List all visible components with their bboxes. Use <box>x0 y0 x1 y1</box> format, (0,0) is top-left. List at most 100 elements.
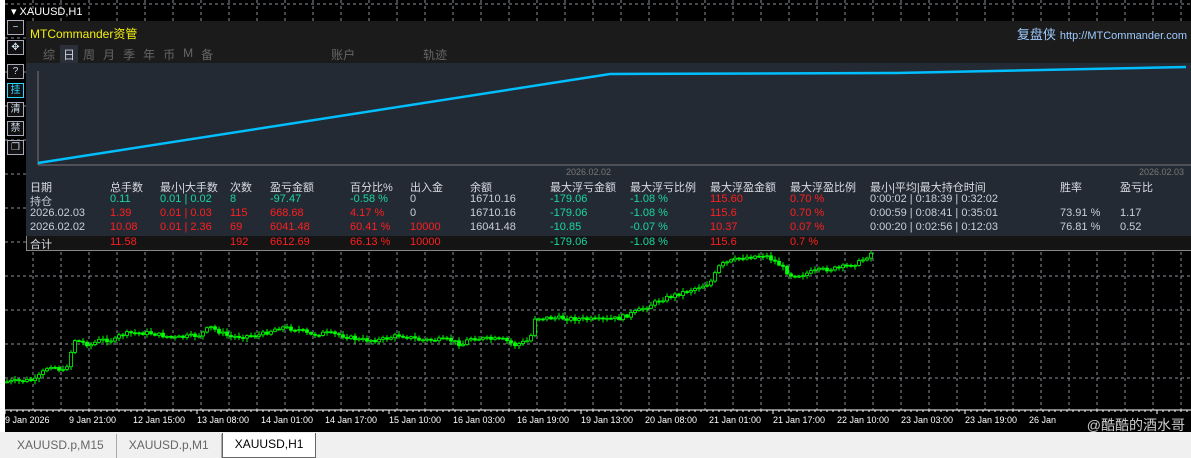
candle-body <box>333 331 337 335</box>
forbid-icon[interactable]: 禁 <box>7 121 24 136</box>
candle-body <box>241 337 245 339</box>
table-cell: -0.07 % <box>630 221 668 233</box>
candle-body <box>101 338 105 341</box>
candle-body <box>701 285 705 289</box>
candle-body <box>505 337 509 342</box>
candle-body <box>617 316 621 320</box>
candle-body <box>453 340 457 343</box>
candle-body <box>837 266 841 269</box>
candle-body <box>657 300 661 303</box>
candle-body <box>709 280 713 286</box>
tab-9[interactable]: 账户 <box>328 45 358 64</box>
candle-body <box>17 379 21 382</box>
column-header: 盈亏比 <box>1120 182 1153 194</box>
table-cell: 10000 <box>410 221 441 233</box>
tab-10[interactable]: 轨迹 <box>420 45 450 64</box>
table-cell: -1.08 % <box>630 207 668 219</box>
url-link[interactable]: http://MTCommander.com <box>1060 30 1187 42</box>
candle-body <box>517 343 521 347</box>
candle-body <box>829 269 833 272</box>
time-label: 20 Jan 08:00 <box>645 415 698 425</box>
total-cell: 0.7 % <box>790 236 819 248</box>
total-cell: 11.58 <box>110 236 137 248</box>
restore-icon[interactable]: ❐ <box>7 140 24 155</box>
time-label: 16 Jan 03:00 <box>453 415 506 425</box>
table-cell: -10.85 <box>550 221 582 233</box>
candle-body <box>73 340 77 353</box>
chart-tab[interactable]: XAUUSD.p,M15 <box>5 434 117 458</box>
tab-2[interactable]: 周 <box>80 45 98 64</box>
tab-1[interactable]: 日 <box>60 45 79 64</box>
candle-body <box>805 272 809 277</box>
candle-body <box>89 344 93 347</box>
total-cell: 10000 <box>410 236 441 248</box>
candle-body <box>313 333 317 336</box>
tab-3[interactable]: 月 <box>100 45 118 64</box>
candle-body <box>509 340 513 344</box>
time-label: 14 Jan 17:00 <box>325 415 378 425</box>
clear-icon[interactable]: 清 <box>7 102 24 117</box>
tab-6[interactable]: 币 <box>160 45 178 64</box>
candle-body <box>561 315 565 320</box>
candle-body <box>341 334 345 338</box>
panel-title: MTCommander资管 <box>30 27 138 41</box>
candle-body <box>257 334 261 337</box>
candle-body <box>469 338 473 341</box>
tab-7[interactable]: M <box>180 45 196 64</box>
candle-body <box>173 336 177 339</box>
tab-8[interactable]: 备 <box>198 45 216 64</box>
candle-body <box>373 339 377 343</box>
total-row: 合计 11.58 192 6612.69 66.13 % 10000 -179.06 -1.0… <box>26 236 1191 251</box>
candle-body <box>725 261 729 264</box>
candle-body <box>513 342 517 347</box>
candle-body <box>445 337 449 340</box>
minus-icon[interactable]: − <box>7 20 24 35</box>
candle-body <box>189 333 193 336</box>
brand-link[interactable]: 复盘侠 http://MTCommander.com <box>1017 24 1187 43</box>
time-label: 19 Jan 13:00 <box>581 415 634 425</box>
pending-icon[interactable]: 挂 <box>7 83 24 98</box>
tab-0[interactable]: 综 <box>40 45 58 64</box>
candle-body <box>705 284 709 287</box>
dropdown-icon[interactable]: ▾ <box>11 5 17 18</box>
tab-4[interactable]: 季 <box>120 45 138 64</box>
help-icon[interactable]: ? <box>7 64 24 79</box>
tab-5[interactable]: 年 <box>140 45 158 64</box>
candle-body <box>685 291 689 293</box>
candle-body <box>557 315 561 319</box>
table-cell: 115.6 <box>710 207 737 219</box>
candle-body <box>537 318 541 321</box>
candle-body <box>765 255 769 258</box>
candle-body <box>773 259 777 262</box>
chart-tab[interactable]: XAUUSD.p,M1 <box>117 434 222 458</box>
candle-body <box>217 328 221 334</box>
candle-body <box>205 327 209 333</box>
candle-body <box>321 331 325 336</box>
candle-body <box>141 332 145 335</box>
candle-body <box>29 379 33 381</box>
table-cell: 0.01 | 0.03 <box>160 207 212 219</box>
candle-body <box>69 352 73 368</box>
candle-body <box>337 333 341 336</box>
candle-body <box>137 332 141 335</box>
mtcommander-panel: MTCommander资管 复盘侠 http://MTCommander.com … <box>26 21 1191 251</box>
candle-body <box>385 337 389 340</box>
candle-body <box>277 328 281 331</box>
time-axis: 9 Jan 2026 9 Jan 21:00 12 Jan 15:00 13 Jan … <box>5 411 1191 429</box>
candle-body <box>25 379 29 382</box>
candle-body <box>793 275 797 278</box>
move-icon[interactable]: ✥ <box>7 40 24 55</box>
candle-body <box>365 338 369 342</box>
candle-body <box>465 339 469 345</box>
candle-body <box>689 290 693 293</box>
candle-body <box>197 335 201 338</box>
candle-body <box>97 339 101 343</box>
candle-body <box>165 335 169 338</box>
candle-body <box>161 332 165 338</box>
candle-body <box>749 256 753 259</box>
chart-tab[interactable]: XAUUSD,H1 <box>221 433 317 458</box>
candle-body <box>521 340 525 344</box>
table-cell: -179.06 <box>550 207 588 219</box>
candle-body <box>553 317 557 320</box>
candle-body <box>153 333 157 336</box>
